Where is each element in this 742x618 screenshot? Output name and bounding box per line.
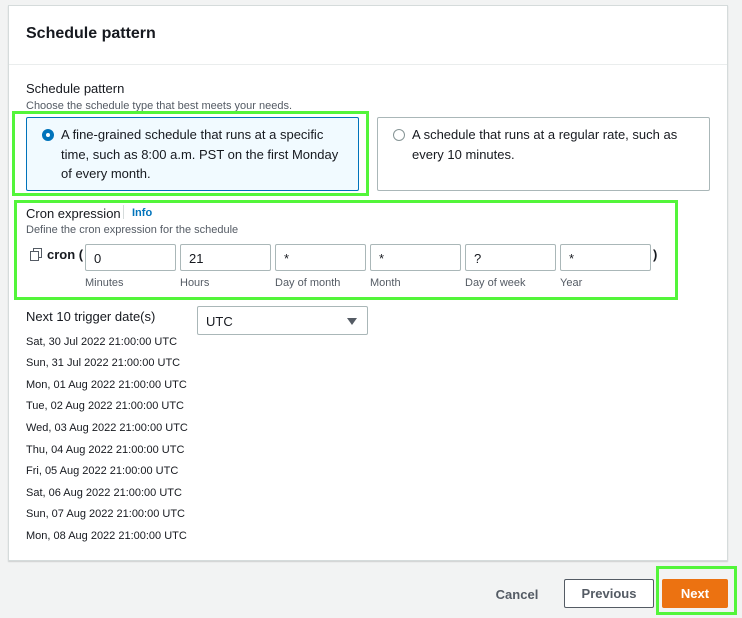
timezone-value: UTC: [206, 314, 233, 329]
highlight-box: [14, 200, 678, 300]
trigger-date: Thu, 04 Aug 2022 21:00:00 UTC: [26, 444, 185, 456]
trigger-date: Sat, 30 Jul 2022 21:00:00 UTC: [26, 336, 178, 348]
trigger-date: Tue, 02 Aug 2022 21:00:00 UTC: [26, 400, 184, 412]
option-line: every 10 minutes.: [412, 146, 515, 162]
previous-button[interactable]: Previous: [564, 579, 654, 608]
trigger-date: Wed, 03 Aug 2022 21:00:00 UTC: [26, 422, 188, 434]
caret-down-icon: [347, 318, 357, 325]
option-text: A schedule that runs at a regular rate, …: [412, 125, 677, 164]
panel-title: Schedule pattern: [26, 25, 156, 42]
radio-unselected-icon[interactable]: [393, 129, 405, 141]
trigger-date: Mon, 01 Aug 2022 21:00:00 UTC: [26, 379, 187, 391]
cancel-button[interactable]: Cancel: [486, 580, 548, 608]
trigger-dates-label: Next 10 trigger date(s): [26, 309, 156, 324]
trigger-date: Fri, 05 Aug 2022 21:00:00 UTC: [26, 465, 179, 477]
panel-header: Schedule pattern: [9, 6, 727, 65]
trigger-date: Sun, 07 Aug 2022 21:00:00 UTC: [26, 508, 186, 520]
trigger-date: Sun, 31 Jul 2022 21:00:00 UTC: [26, 357, 181, 369]
schedule-pattern-label: Schedule pattern: [26, 81, 125, 96]
option-line: A schedule that runs at a regular rate, …: [412, 127, 678, 142]
rate-based-option[interactable]: A schedule that runs at a regular rate, …: [377, 117, 710, 191]
trigger-date: Sat, 06 Aug 2022 21:00:00 UTC: [26, 487, 182, 499]
timezone-select[interactable]: UTC: [197, 306, 368, 335]
trigger-date: Mon, 08 Aug 2022 21:00:00 UTC: [26, 530, 187, 542]
highlight-box: [12, 111, 369, 196]
highlight-box: [656, 566, 737, 615]
